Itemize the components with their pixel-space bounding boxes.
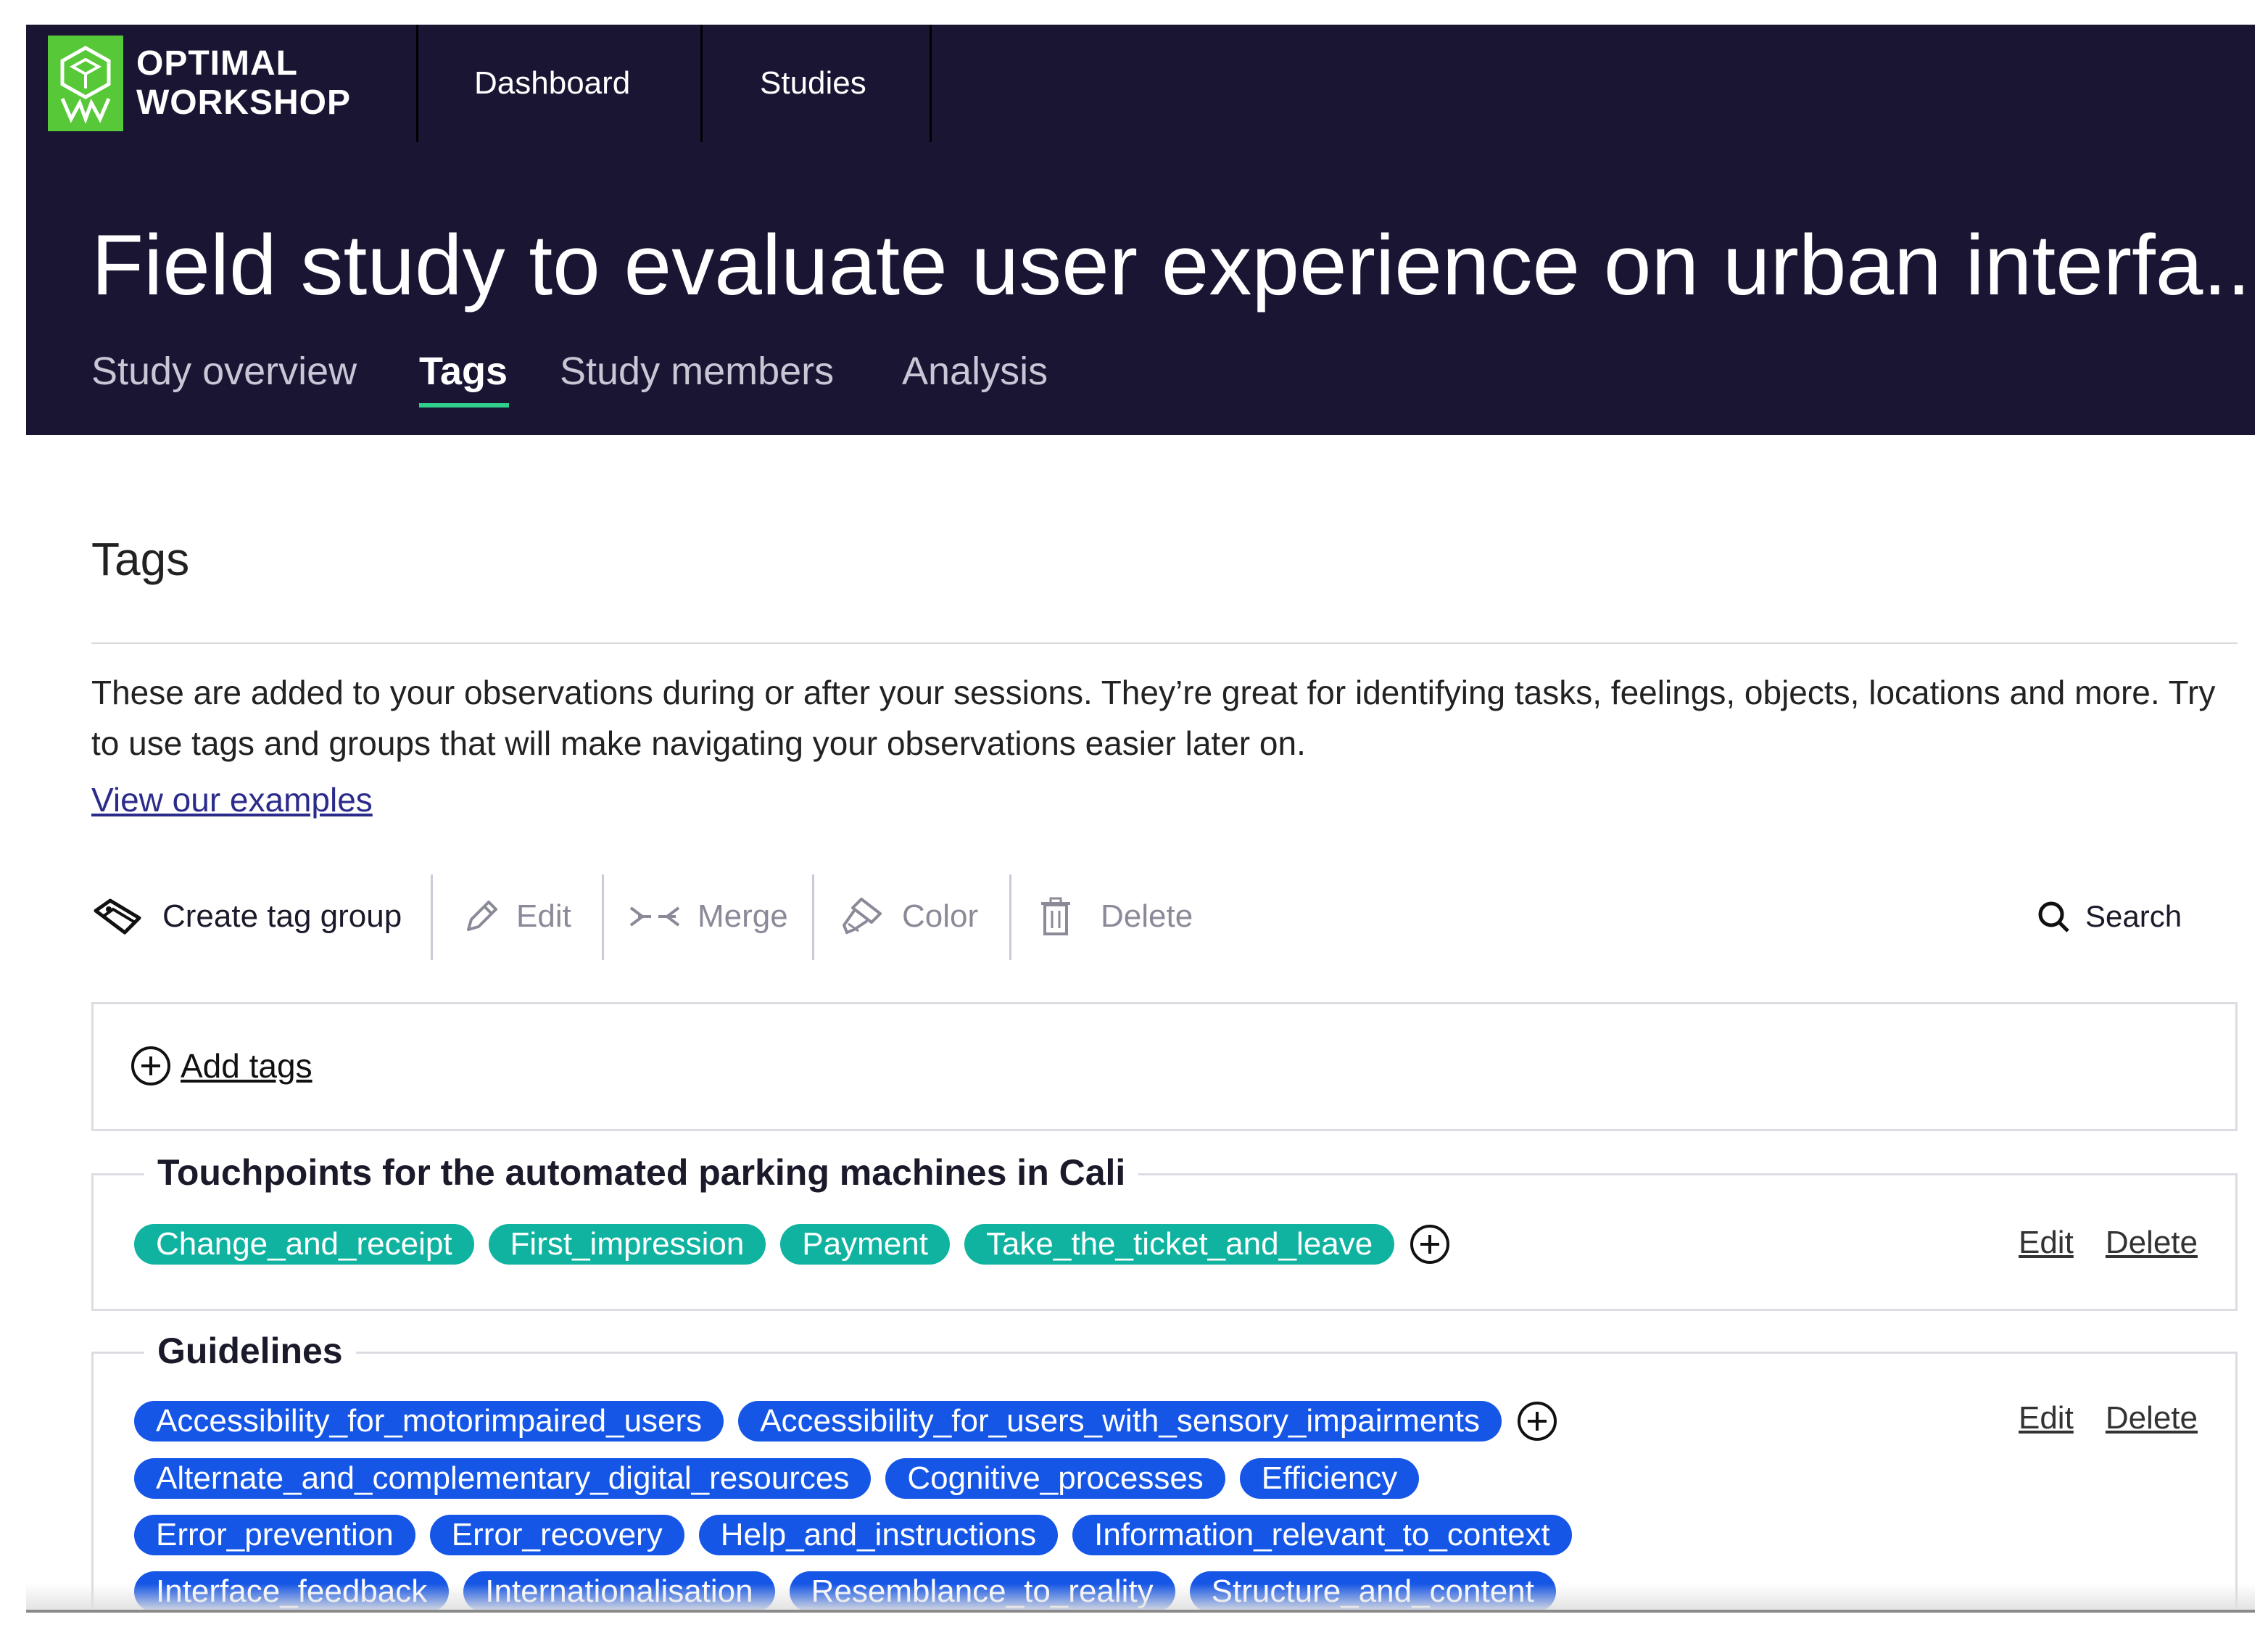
edit-group-link[interactable]: Edit bbox=[2019, 1400, 2074, 1436]
tag-group-title: Guidelines bbox=[144, 1328, 356, 1374]
tag-group-actions: Edit Delete bbox=[2019, 1400, 2198, 1436]
merge-button[interactable]: Merge bbox=[628, 873, 788, 960]
tag-chip[interactable]: Accessibility_for_users_with_sensory_imp… bbox=[738, 1401, 1502, 1441]
logo-text: OPTIMAL WORKSHOP bbox=[136, 44, 351, 123]
optimal-workshop-logo[interactable]: OPTIMAL WORKSHOP bbox=[48, 25, 432, 142]
paint-brush-icon bbox=[840, 896, 886, 937]
study-header: Field study to evaluate user experience … bbox=[26, 142, 2255, 435]
nav-divider bbox=[416, 25, 418, 142]
merge-icon bbox=[628, 902, 682, 931]
tag-list: Change_and_receipt First_impression Paym… bbox=[134, 1223, 1555, 1265]
nav-studies-link[interactable]: Studies bbox=[760, 25, 866, 142]
delete-group-link[interactable]: Delete bbox=[2106, 1225, 2198, 1261]
tab-study-overview[interactable]: Study overview bbox=[91, 348, 357, 394]
nav-divider bbox=[930, 25, 932, 142]
logo-mark-icon bbox=[48, 36, 123, 131]
page-heading: Tags bbox=[91, 533, 190, 585]
search-icon bbox=[2036, 899, 2071, 934]
tag-chip[interactable]: Error_recovery bbox=[429, 1515, 684, 1555]
tag-group-touchpoints: Touchpoints for the automated parking ma… bbox=[91, 1149, 2238, 1311]
active-tab-indicator bbox=[419, 403, 509, 408]
tag-group-actions: Edit Delete bbox=[2019, 1225, 2198, 1261]
toolbar-divider bbox=[1009, 874, 1011, 960]
nav-divider bbox=[700, 25, 703, 142]
tag-icon bbox=[91, 896, 146, 937]
tab-analysis[interactable]: Analysis bbox=[902, 348, 1048, 394]
edit-label: Edit bbox=[516, 898, 571, 934]
edit-group-link[interactable]: Edit bbox=[2019, 1225, 2074, 1261]
app-frame: OPTIMAL WORKSHOP Dashboard Studies Field… bbox=[26, 25, 2255, 1613]
scroll-fade bbox=[26, 1584, 2255, 1613]
tag-group-title: Touchpoints for the automated parking ma… bbox=[144, 1149, 1139, 1196]
tag-chip[interactable]: Error_prevention bbox=[134, 1515, 415, 1555]
trash-icon bbox=[1040, 896, 1072, 937]
top-navigation: OPTIMAL WORKSHOP Dashboard Studies bbox=[26, 25, 2255, 144]
delete-label: Delete bbox=[1101, 898, 1193, 934]
tag-chip[interactable]: Cognitive_processes bbox=[885, 1458, 1225, 1499]
add-tags-link[interactable]: Add tags bbox=[130, 1045, 313, 1087]
tag-chip[interactable]: Change_and_receipt bbox=[134, 1224, 474, 1265]
logo-line-1: OPTIMAL bbox=[136, 44, 298, 83]
add-tag-to-group-icon[interactable] bbox=[1409, 1223, 1451, 1265]
toolbar-divider bbox=[431, 874, 433, 960]
tag-chip[interactable]: First_impression bbox=[488, 1224, 766, 1265]
toolbar-divider bbox=[812, 874, 814, 960]
add-tags-panel: Add tags bbox=[91, 1002, 2238, 1131]
delete-group-link[interactable]: Delete bbox=[2106, 1400, 2198, 1436]
search-label: Search bbox=[2085, 899, 2182, 933]
tag-chip[interactable]: Help_and_instructions bbox=[698, 1515, 1059, 1555]
add-tags-label: Add tags bbox=[181, 1047, 313, 1085]
color-button[interactable]: Color bbox=[840, 873, 978, 960]
tag-list: Accessibility_for_motorimpaired_users Ac… bbox=[134, 1400, 1599, 1612]
divider bbox=[91, 642, 2238, 644]
delete-button[interactable]: Delete bbox=[1040, 873, 1193, 960]
create-tag-group-button[interactable]: Create tag group bbox=[91, 873, 402, 960]
tag-chip[interactable]: Take_the_ticket_and_leave bbox=[964, 1224, 1395, 1265]
create-tag-group-label: Create tag group bbox=[162, 898, 402, 934]
tag-group-guidelines: Guidelines Accessibility_for_motorimpair… bbox=[91, 1328, 2238, 1613]
tag-chip[interactable]: Efficiency bbox=[1239, 1458, 1420, 1499]
tag-chip[interactable]: Alternate_and_complementary_digital_reso… bbox=[134, 1458, 872, 1499]
search-button[interactable]: Search bbox=[2036, 873, 2182, 960]
edit-button[interactable]: Edit bbox=[463, 873, 571, 960]
pencil-icon bbox=[463, 898, 500, 935]
tab-study-members[interactable]: Study members bbox=[560, 348, 834, 394]
tag-chip[interactable]: Payment bbox=[780, 1224, 950, 1265]
nav-dashboard-link[interactable]: Dashboard bbox=[474, 25, 630, 142]
color-label: Color bbox=[902, 898, 979, 934]
logo-line-2: WORKSHOP bbox=[136, 83, 351, 122]
window-bottom-edge bbox=[26, 1610, 2255, 1613]
add-tag-to-group-icon[interactable] bbox=[1516, 1400, 1558, 1442]
toolbar-divider bbox=[602, 874, 604, 960]
view-examples-link[interactable]: View our examples bbox=[91, 774, 373, 825]
merge-label: Merge bbox=[698, 898, 788, 934]
tag-chip[interactable]: Accessibility_for_motorimpaired_users bbox=[134, 1401, 724, 1441]
tab-tags[interactable]: Tags bbox=[419, 348, 508, 394]
plus-circle-icon bbox=[130, 1045, 172, 1087]
tag-chip[interactable]: Information_relevant_to_context bbox=[1072, 1515, 1572, 1555]
study-title: Field study to evaluate user experience … bbox=[91, 218, 2255, 313]
page-description: These are added to your observations dur… bbox=[91, 674, 2216, 762]
